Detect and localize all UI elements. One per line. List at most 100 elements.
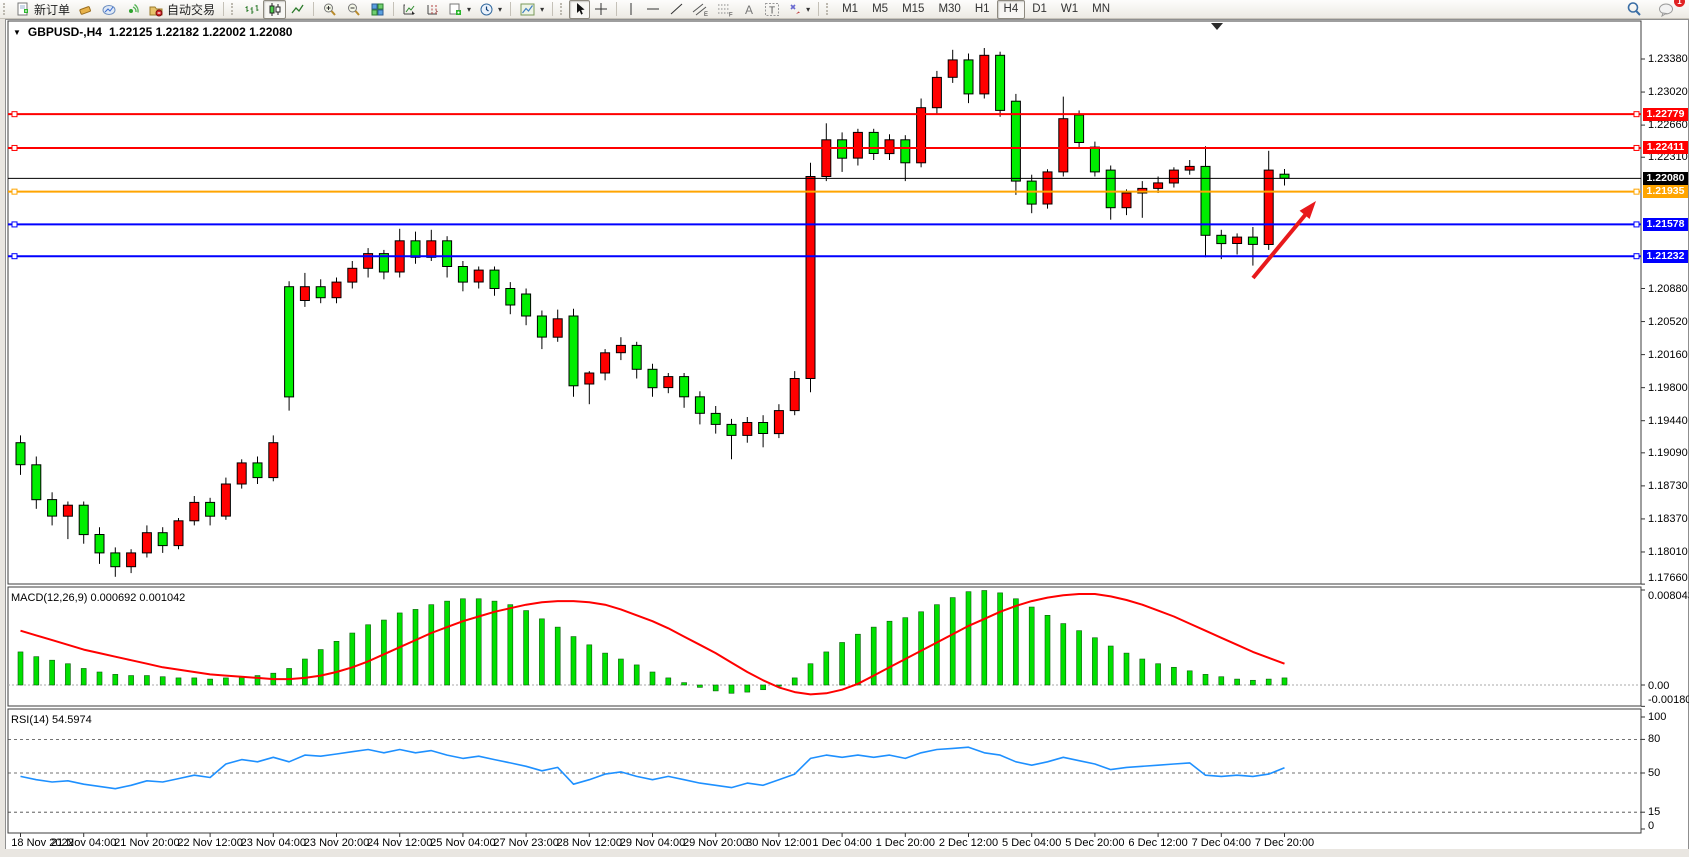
toolbar-grip[interactable] [231, 3, 236, 15]
timeframes-menu-button[interactable]: ▾ [475, 0, 506, 19]
hline-handle[interactable] [1634, 254, 1639, 259]
period-markers-button[interactable] [421, 0, 444, 19]
time-axis-label: 23 Nov 20:00 [304, 837, 369, 849]
rsi-axis-label: 100 [1648, 711, 1666, 723]
timeframe-button-m1[interactable]: M1 [835, 0, 865, 19]
toolbar-grip[interactable] [3, 3, 8, 15]
line-chart-icon [290, 2, 305, 17]
price-axis-label: 1.23380 [1648, 53, 1688, 65]
hline-handle[interactable] [12, 145, 17, 150]
timeframe-button-w1[interactable]: W1 [1054, 0, 1085, 19]
hline-price-tag: 1.21935 [1643, 185, 1688, 198]
toolbar-grip[interactable] [826, 3, 831, 15]
autotrade-button[interactable]: 自动交易 [144, 0, 219, 19]
zoom-in-icon [322, 2, 338, 17]
toolbar-grip[interactable] [560, 3, 565, 15]
templates-button[interactable]: ▾ [515, 0, 548, 19]
search-icon [1626, 1, 1642, 17]
timeframe-button-h1[interactable]: H1 [968, 0, 997, 19]
timeframe-button-m30[interactable]: M30 [931, 0, 967, 19]
price-axis-label: 1.20880 [1648, 283, 1688, 295]
bar-chart-mode-button[interactable] [240, 0, 263, 19]
bar-chart-icon [244, 2, 259, 17]
time-axis-label: 1 Dec 04:00 [812, 837, 871, 849]
crosshair-tool-button[interactable] [590, 0, 612, 19]
trendline-tool-button[interactable] [665, 0, 688, 19]
hline-handle[interactable] [12, 189, 17, 194]
macd-axis-label: -0.001807 [1648, 694, 1689, 706]
hline-handle[interactable] [1634, 145, 1639, 150]
chart-canvas[interactable] [0, 0, 1689, 857]
dropdown-arrow-icon: ▾ [467, 5, 471, 14]
pane-separator-macd[interactable] [8, 584, 1641, 587]
indicators-list-button[interactable] [398, 0, 421, 19]
cursor-tool-button[interactable] [569, 0, 590, 19]
channel-tool-button[interactable]: E [688, 0, 713, 19]
hline-handle[interactable] [12, 112, 17, 117]
hline-handle[interactable] [12, 254, 17, 259]
notification-badge: 1 [1674, 0, 1685, 7]
svg-text:E: E [704, 12, 708, 17]
vline-tool-button[interactable] [621, 0, 641, 19]
zoom-out-button[interactable] [342, 0, 366, 19]
current-price-tag: 1.22080 [1643, 172, 1688, 185]
hline-handle[interactable] [1634, 222, 1639, 227]
charts-profile-button[interactable] [97, 0, 121, 19]
text-tool-button[interactable]: A [738, 0, 760, 19]
hline-handle[interactable] [1634, 189, 1639, 194]
time-axis-label: 21 Nov 04:00 [51, 837, 116, 849]
chart-symbol-period: GBPUSD-,H4 [28, 25, 102, 39]
timeframe-button-m5[interactable]: M5 [865, 0, 895, 19]
svg-text:A: A [745, 3, 753, 16]
template-icon [519, 2, 536, 17]
price-axis-label: 1.18010 [1648, 546, 1688, 558]
timeframe-button-mn[interactable]: MN [1085, 0, 1117, 19]
text-label-tool-button[interactable]: T [760, 0, 784, 19]
candlestick-mode-button[interactable] [263, 0, 286, 19]
chat-bubble-icon [1658, 2, 1675, 17]
vertical-line-icon [625, 2, 637, 16]
crosshair-icon [594, 2, 608, 16]
time-axis-label: 24 Nov 12:00 [367, 837, 432, 849]
zoom-in-button[interactable] [318, 0, 342, 19]
line-chart-mode-button[interactable] [286, 0, 309, 19]
macd-axis-label: 0.00 [1648, 680, 1669, 692]
hline-handle[interactable] [1634, 112, 1639, 117]
signals-button[interactable] [121, 0, 144, 19]
notifications-button[interactable]: 1 [1654, 0, 1679, 19]
hline-tool-button[interactable] [641, 0, 665, 19]
timeframe-button-d1[interactable]: D1 [1025, 0, 1054, 19]
chart-collapse-icon[interactable]: ▼ [13, 28, 21, 37]
search-button[interactable] [1622, 0, 1646, 19]
price-axis-label: 1.17660 [1648, 572, 1688, 584]
tile-windows-button[interactable] [366, 0, 389, 19]
timeframe-button-h4[interactable]: H4 [997, 0, 1026, 19]
hline-handle[interactable] [12, 222, 17, 227]
time-axis-label: 23 Nov 04:00 [241, 837, 306, 849]
signal-icon [125, 2, 140, 17]
chart-title: ▼ GBPUSD-,H4 1.22125 1.22182 1.22002 1.2… [13, 25, 292, 39]
candlestick-icon [267, 2, 282, 17]
price-pane [8, 21, 1641, 584]
chart-ohlc-values: 1.22125 1.22182 1.22002 1.22080 [109, 25, 293, 39]
timeframe-toolbar: M1M5M15M30H1H4D1W1MN [835, 0, 1117, 19]
cursor-icon [573, 2, 586, 16]
new-order-button[interactable]: 新订单 [12, 0, 74, 19]
macd-axis-label: 0.008043 [1648, 590, 1689, 602]
fibonacci-tool-button[interactable]: F [713, 0, 738, 19]
time-axis-label: 21 Nov 20:00 [114, 837, 179, 849]
svg-text:F: F [729, 12, 733, 17]
price-axis-label: 1.19440 [1648, 415, 1688, 427]
time-axis-label: 1 Dec 20:00 [876, 837, 935, 849]
new-chart-button[interactable]: ▾ [444, 0, 475, 19]
arrows-tool-button[interactable]: ▾ [784, 0, 814, 19]
time-axis-label: 6 Dec 12:00 [1128, 837, 1187, 849]
rsi-axis-label: 0 [1648, 820, 1654, 832]
eraser-button[interactable] [74, 0, 97, 19]
price-axis-label: 1.20160 [1648, 349, 1688, 361]
timeframe-button-m15[interactable]: M15 [895, 0, 931, 19]
rsi-indicator-label: RSI(14) 54.5974 [11, 714, 92, 726]
pane-separator-rsi[interactable] [8, 706, 1641, 709]
status-bar [0, 849, 1689, 857]
new-order-icon [16, 2, 31, 17]
